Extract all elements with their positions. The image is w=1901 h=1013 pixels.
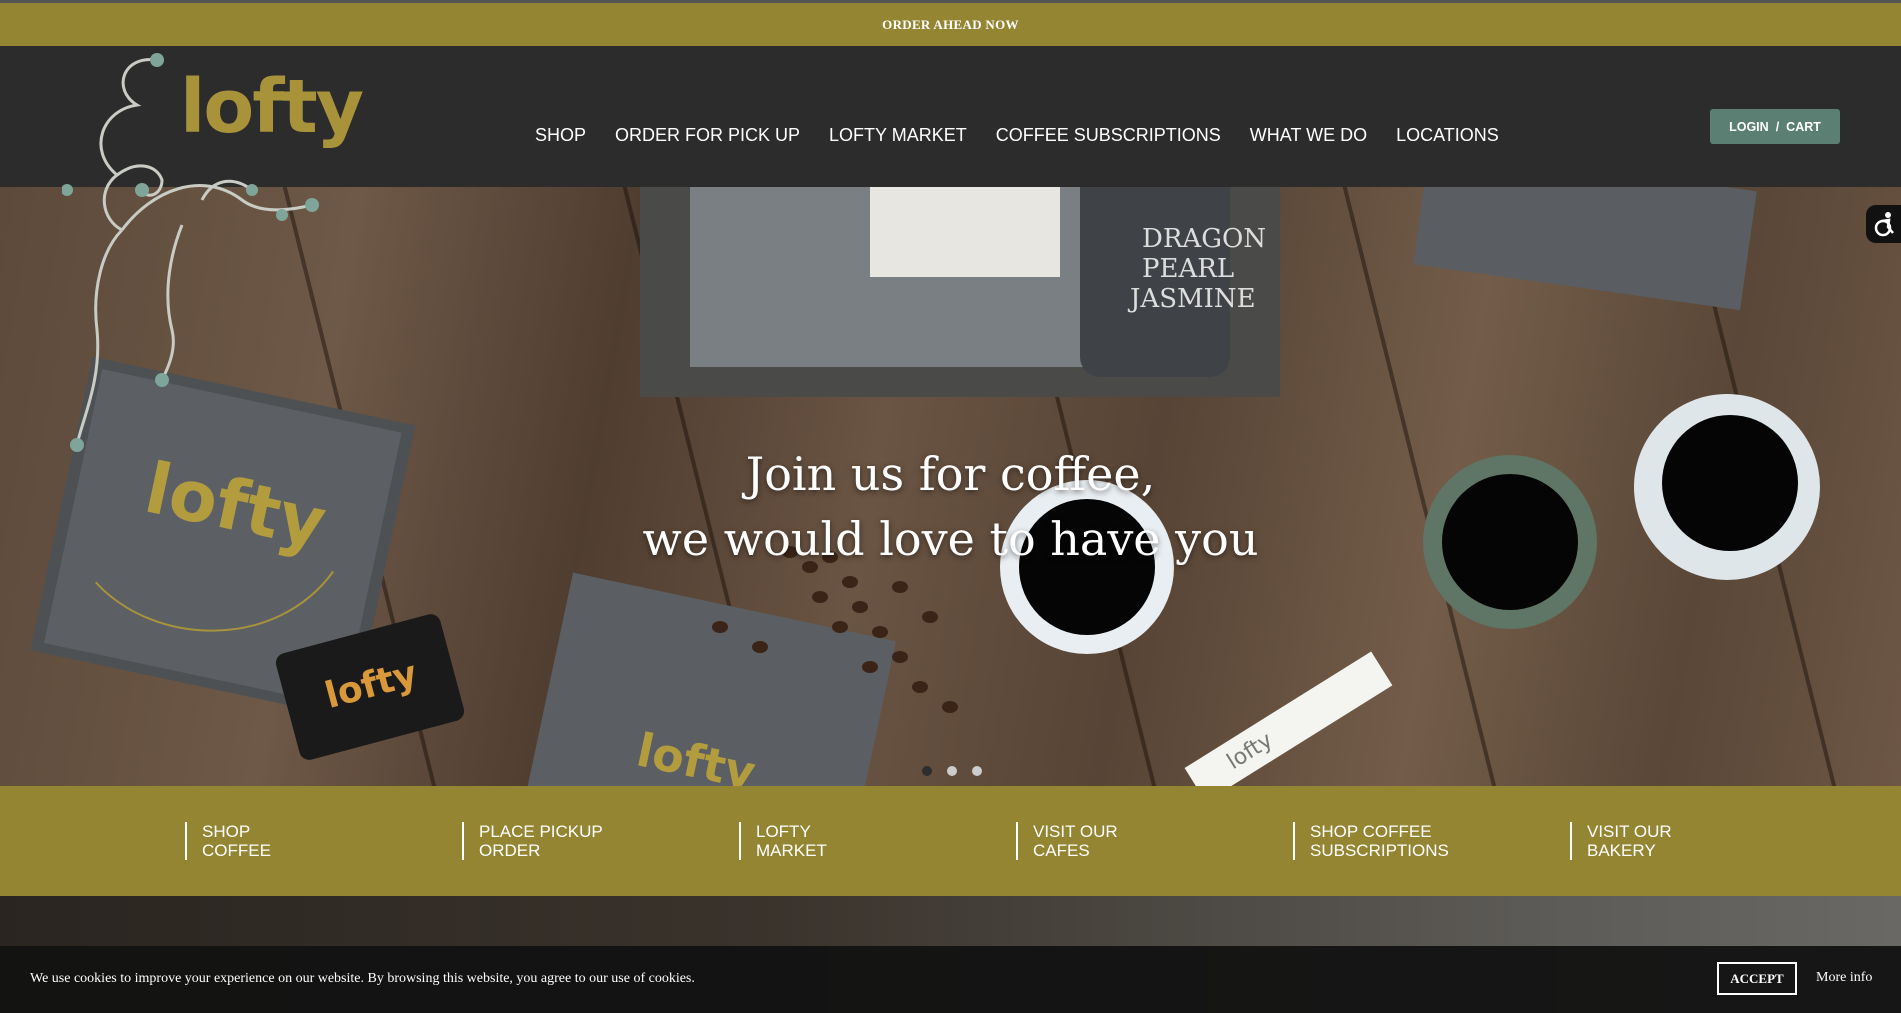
quick-link-line: SHOP bbox=[202, 822, 251, 841]
accessibility-icon[interactable] bbox=[1866, 205, 1901, 243]
quick-link-line: VISIT OUR bbox=[1587, 822, 1672, 841]
quick-link-place-pickup-order[interactable]: PLACE PICKUP ORDER bbox=[462, 822, 603, 860]
svg-text:JASMINE: JASMINE bbox=[1127, 284, 1256, 314]
nav-item-lofty-market[interactable]: LOFTY MARKET bbox=[829, 125, 967, 155]
cart-link[interactable]: CART bbox=[1786, 120, 1821, 134]
login-cart-button: LOGIN / CART bbox=[1710, 109, 1840, 144]
nav-item-what-we-do[interactable]: WHAT WE DO bbox=[1250, 125, 1367, 155]
slide-dot-1[interactable] bbox=[922, 766, 932, 776]
quick-links-bar: SHOP COFFEE PLACE PICKUP ORDER LOFTY MAR… bbox=[0, 786, 1901, 896]
quick-link-shop-coffee[interactable]: SHOP COFFEE bbox=[185, 822, 271, 860]
quick-link-lofty-market[interactable]: LOFTY MARKET bbox=[739, 822, 827, 860]
quick-link-line: SUBSCRIPTIONS bbox=[1310, 841, 1449, 860]
quick-link-line: COFFEE bbox=[202, 841, 271, 860]
quick-link-coffee-subscriptions[interactable]: SHOP COFFEE SUBSCRIPTIONS bbox=[1293, 822, 1449, 860]
nav-item-locations[interactable]: LOCATIONS bbox=[1396, 125, 1499, 155]
cookie-message: We use cookies to improve your experienc… bbox=[30, 971, 695, 986]
quick-link-line: BAKERY bbox=[1587, 841, 1656, 860]
hero-line-2: we would love to have you bbox=[642, 512, 1259, 566]
svg-text:PEARL: PEARL bbox=[1142, 254, 1234, 284]
quick-link-line: VISIT OUR bbox=[1033, 822, 1118, 841]
nav-item-order-for-pickup[interactable]: ORDER FOR PICK UP bbox=[615, 125, 800, 155]
slide-dot-2[interactable] bbox=[947, 766, 957, 776]
svg-text:DRAGON: DRAGON bbox=[1142, 224, 1266, 254]
quick-link-line: LOFTY bbox=[756, 822, 811, 841]
cookie-banner: We use cookies to improve your experienc… bbox=[0, 946, 1901, 1013]
quick-link-line: ORDER bbox=[479, 841, 541, 860]
main-nav: SHOP ORDER FOR PICK UP LOFTY MARKET COFF… bbox=[535, 125, 1528, 155]
logo[interactable]: lofty bbox=[62, 50, 364, 480]
slider-dots bbox=[922, 766, 982, 776]
quick-link-line: MARKET bbox=[756, 841, 827, 860]
announcement-bar: ORDER AHEAD NOW bbox=[0, 3, 1901, 46]
quick-link-visit-cafes[interactable]: VISIT OUR CAFES bbox=[1016, 822, 1118, 860]
quick-link-line: SHOP COFFEE bbox=[1310, 822, 1432, 841]
more-info-link[interactable]: More info bbox=[1816, 970, 1872, 986]
nav-item-coffee-subscriptions[interactable]: COFFEE SUBSCRIPTIONS bbox=[996, 125, 1221, 155]
separator: / bbox=[1775, 119, 1780, 134]
quick-link-line: CAFES bbox=[1033, 841, 1090, 860]
quick-link-line: PLACE PICKUP bbox=[479, 822, 603, 841]
nav-item-shop[interactable]: SHOP bbox=[535, 125, 586, 155]
logo-wordmark: lofty bbox=[180, 64, 364, 150]
accept-cookies-button[interactable]: ACCEPT bbox=[1717, 962, 1797, 995]
slide-dot-3[interactable] bbox=[972, 766, 982, 776]
login-link[interactable]: LOGIN bbox=[1729, 120, 1769, 134]
order-ahead-link[interactable]: ORDER AHEAD NOW bbox=[882, 17, 1019, 33]
quick-link-visit-bakery[interactable]: VISIT OUR BAKERY bbox=[1570, 822, 1672, 860]
